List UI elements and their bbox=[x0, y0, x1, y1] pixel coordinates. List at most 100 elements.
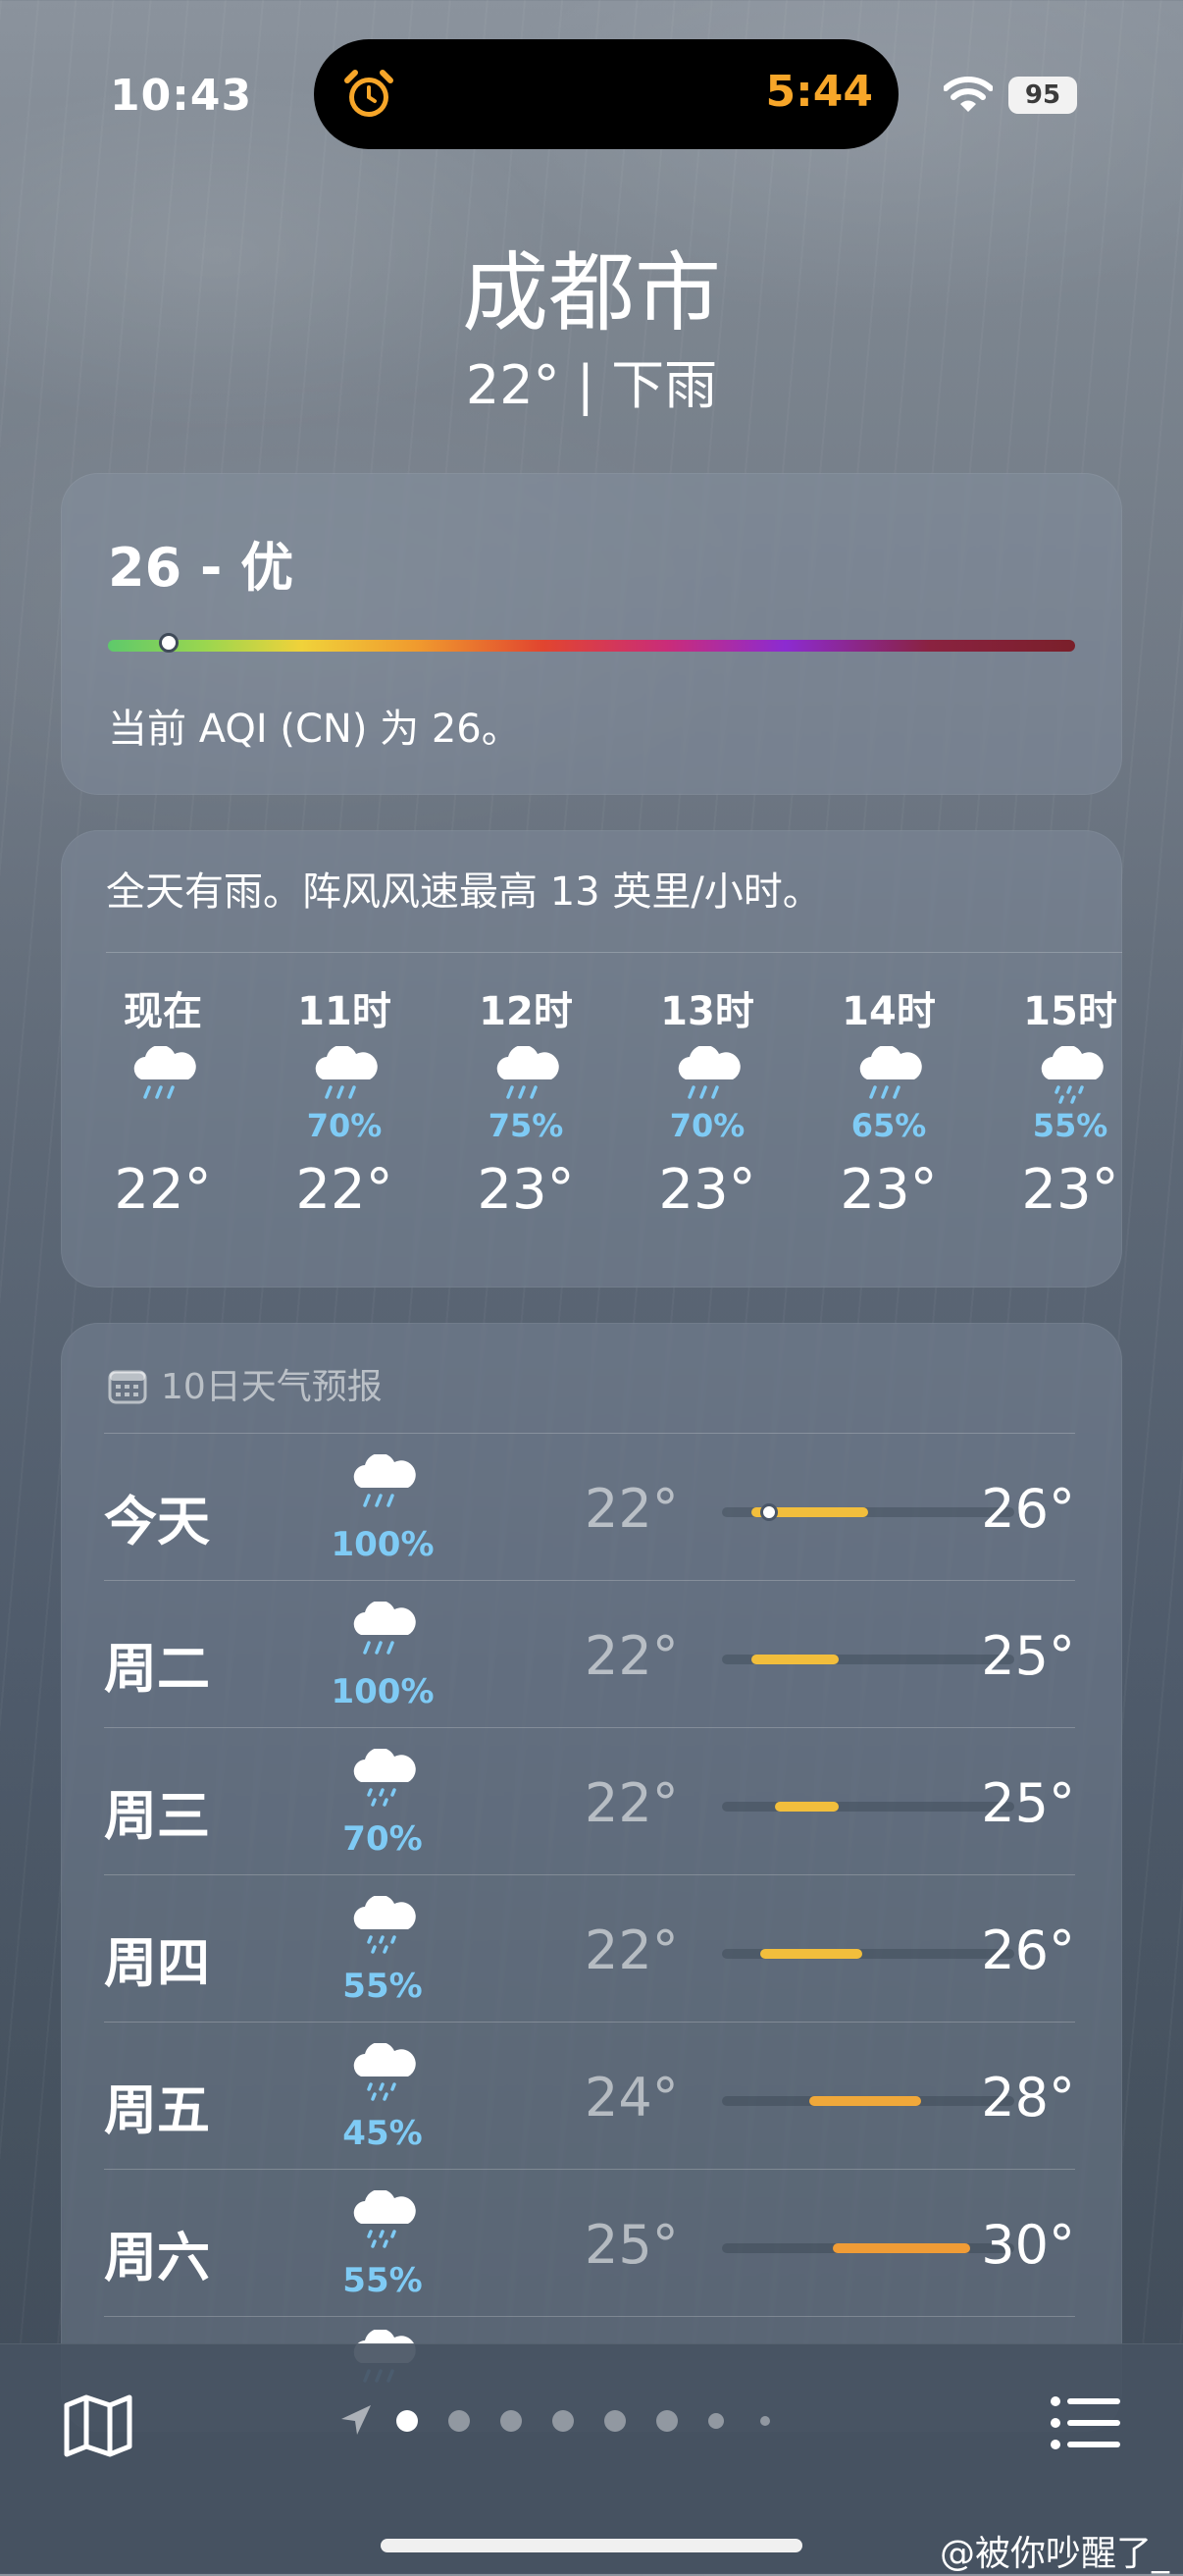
temp-range-track bbox=[722, 1949, 1014, 1959]
temp-range-track bbox=[722, 1655, 1014, 1664]
divider bbox=[104, 2316, 1075, 2317]
page-dot[interactable] bbox=[708, 2413, 724, 2429]
drizzle-cloud-icon bbox=[353, 2190, 416, 2248]
rain-cloud-icon bbox=[353, 1602, 416, 1655]
day-label: 周三 bbox=[104, 1785, 210, 1847]
ten-day-forecast-card[interactable]: 10日天气预报 今天 100% 22° 26° 周二 100% 22° 25° 周三 70% 22°… bbox=[61, 1323, 1122, 2432]
rain-cloud-icon bbox=[133, 1046, 196, 1099]
calendar-icon bbox=[108, 1370, 147, 1404]
aqi-level-indicator bbox=[159, 633, 179, 653]
low-temp: 25° bbox=[585, 2214, 679, 2276]
hourly-item: 现在 22° bbox=[94, 979, 231, 1222]
daily-row[interactable]: 周三 70% 22° 25° bbox=[104, 1731, 1075, 1878]
watermark: @被你吵醒了_ bbox=[939, 2534, 1169, 2574]
temp-range-track bbox=[722, 1802, 1014, 1812]
temp-range-fill bbox=[750, 1655, 840, 1664]
current-temp-dot bbox=[759, 1503, 778, 1521]
daily-row[interactable]: 周六 55% 25° 30° bbox=[104, 2173, 1075, 2320]
day-label: 周二 bbox=[104, 1638, 210, 1700]
low-temp: 22° bbox=[585, 1772, 679, 1834]
page-dot[interactable] bbox=[448, 2410, 470, 2432]
hourly-item: 13时 70% 23° bbox=[639, 979, 776, 1222]
day-label: 今天 bbox=[104, 1491, 210, 1552]
divider bbox=[104, 1580, 1075, 1581]
rain-cloud-icon bbox=[859, 1046, 922, 1099]
aqi-description: 当前 AQI (CN) 为 26。 bbox=[108, 707, 521, 752]
divider bbox=[104, 2169, 1075, 2170]
daily-row[interactable]: 周二 100% 22° 25° bbox=[104, 1584, 1075, 1731]
aqi-card[interactable]: 26 - 优 当前 AQI (CN) 为 26。 bbox=[61, 473, 1122, 795]
rain-cloud-icon bbox=[496, 1046, 559, 1099]
low-temp: 24° bbox=[585, 2067, 679, 2129]
precip-chance: 55% bbox=[342, 2261, 423, 2300]
page-dot[interactable] bbox=[552, 2410, 574, 2432]
list-icon[interactable] bbox=[1050, 2393, 1120, 2452]
daily-row[interactable]: 周四 55% 22° 26° bbox=[104, 1878, 1075, 2025]
page-dot[interactable] bbox=[656, 2410, 678, 2432]
high-temp: 28° bbox=[981, 2067, 1075, 2129]
divider bbox=[104, 2022, 1075, 2023]
temp-range-fill bbox=[833, 2243, 971, 2253]
temp-range-track bbox=[722, 1503, 1014, 1521]
page-dot[interactable] bbox=[760, 2416, 770, 2426]
precip-chance: 55% bbox=[342, 1967, 423, 2006]
precip-chance: 70% bbox=[306, 1107, 383, 1144]
day-label: 周五 bbox=[104, 2079, 210, 2141]
hour-temp: 23° bbox=[1021, 1158, 1119, 1222]
precip-chance: 70% bbox=[342, 1819, 423, 1859]
hourly-forecast-card[interactable]: 全天有雨。阵风风速最高 13 英里/小时。 现在 22° 11时 70% 22° 12时 7… bbox=[61, 830, 1122, 1288]
high-temp: 26° bbox=[981, 1919, 1075, 1981]
divider bbox=[104, 1727, 1075, 1728]
precip-chance: 70% bbox=[669, 1107, 746, 1144]
drizzle-cloud-icon bbox=[353, 1896, 416, 1954]
page-dot[interactable] bbox=[604, 2410, 626, 2432]
divider bbox=[104, 1433, 1075, 1434]
hour-label: 11时 bbox=[297, 989, 391, 1034]
hour-label: 13时 bbox=[660, 989, 754, 1034]
rain-cloud-icon bbox=[353, 1454, 416, 1507]
page-dot[interactable] bbox=[500, 2410, 522, 2432]
dynamic-island[interactable]: 5:44 bbox=[314, 39, 899, 149]
hour-label: 14时 bbox=[842, 989, 936, 1034]
temp-range-fill bbox=[759, 1949, 863, 1959]
divider bbox=[106, 952, 1122, 953]
location-arrow-icon bbox=[341, 2405, 371, 2435]
high-temp: 30° bbox=[981, 2214, 1075, 2276]
high-temp: 26° bbox=[981, 1478, 1075, 1540]
hourly-item: 15时 55% 23° bbox=[1002, 979, 1122, 1222]
drizzle-cloud-icon bbox=[353, 2043, 416, 2101]
aqi-value: 26 - 优 bbox=[108, 537, 294, 599]
daily-row[interactable]: 今天 100% 22° 26° bbox=[104, 1437, 1075, 1584]
rain-cloud-icon bbox=[315, 1046, 378, 1099]
map-icon[interactable] bbox=[63, 2393, 133, 2458]
precip-chance: 65% bbox=[850, 1107, 927, 1144]
hour-temp: 22° bbox=[114, 1158, 212, 1222]
hourly-description: 全天有雨。阵风风速最高 13 英里/小时。 bbox=[106, 869, 822, 915]
status-time: 10:43 bbox=[110, 71, 253, 121]
temp-range-fill bbox=[774, 1802, 840, 1812]
page-dot[interactable] bbox=[396, 2410, 418, 2432]
home-indicator[interactable] bbox=[381, 2539, 802, 2552]
high-temp: 25° bbox=[981, 1772, 1075, 1834]
wifi-icon bbox=[944, 77, 993, 112]
bottom-toolbar: @被你吵醒了_ bbox=[0, 2343, 1183, 2574]
battery-indicator: 95 bbox=[1008, 77, 1077, 114]
precip-chance: 55% bbox=[1032, 1107, 1108, 1144]
precip-chance: 75% bbox=[488, 1107, 564, 1144]
ten-day-title: 10日天气预报 bbox=[161, 1367, 383, 1407]
temp-range-track bbox=[722, 2096, 1014, 2106]
divider bbox=[104, 1874, 1075, 1875]
high-temp: 25° bbox=[981, 1625, 1075, 1687]
day-label: 周六 bbox=[104, 2227, 210, 2288]
hour-label: 现在 bbox=[124, 989, 202, 1034]
hour-temp: 23° bbox=[658, 1158, 756, 1222]
rain-cloud-icon bbox=[678, 1046, 741, 1099]
temp-range-fill bbox=[809, 2096, 921, 2106]
daily-row[interactable]: 周五 45% 24° 28° bbox=[104, 2025, 1075, 2173]
temp-range-track bbox=[722, 2243, 1014, 2253]
low-temp: 22° bbox=[585, 1919, 679, 1981]
low-temp: 22° bbox=[585, 1478, 679, 1540]
hour-label: 12时 bbox=[479, 989, 573, 1034]
precip-chance bbox=[94, 1107, 231, 1146]
drizzle-cloud-icon bbox=[353, 1749, 416, 1807]
